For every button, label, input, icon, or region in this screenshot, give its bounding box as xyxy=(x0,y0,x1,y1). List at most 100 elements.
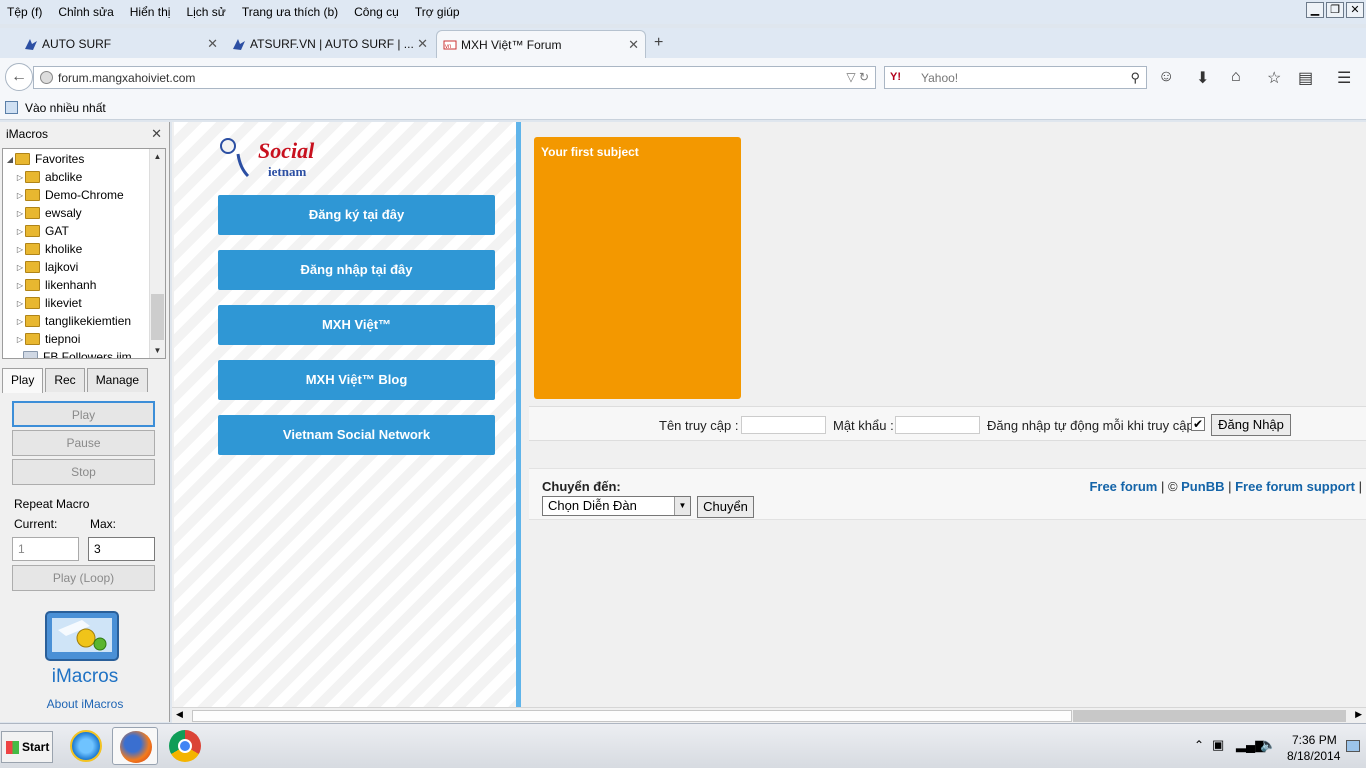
tree-scrollbar[interactable]: ▲ ▼ xyxy=(149,149,165,358)
collapsed-arrow-icon[interactable]: ▷ xyxy=(15,209,25,218)
collapsed-arrow-icon[interactable]: ▷ xyxy=(15,191,25,200)
tab-atsurf[interactable]: ATSURF.VN | AUTO SURF | ... ✕ xyxy=(226,30,434,58)
subject-title[interactable]: Your first subject xyxy=(541,145,639,159)
login-here-button[interactable]: Đăng nhập tại đây xyxy=(218,250,495,290)
free-forum-link[interactable]: Free forum xyxy=(1089,479,1157,494)
tree-item-folder[interactable]: ▷ kholike xyxy=(15,240,82,258)
search-icon[interactable]: ⚲ xyxy=(1130,70,1140,86)
tree-item-folder[interactable]: ▷ likenhanh xyxy=(15,276,96,294)
scroll-left-icon[interactable]: ◀ xyxy=(176,709,183,720)
yahoo-icon[interactable]: Y! xyxy=(890,71,901,83)
menu-file[interactable]: Tệp (f) xyxy=(7,5,42,19)
collapsed-arrow-icon[interactable]: ▷ xyxy=(15,335,25,344)
username-input[interactable] xyxy=(741,416,826,434)
tab-manage[interactable]: Manage xyxy=(86,368,149,392)
close-sidebar-icon[interactable]: ✕ xyxy=(151,126,162,142)
password-input[interactable] xyxy=(895,416,980,434)
close-tab-icon[interactable]: ✕ xyxy=(207,36,218,52)
menu-edit[interactable]: Chỉnh sửa xyxy=(58,5,113,19)
collapsed-arrow-icon[interactable]: ▷ xyxy=(15,299,25,308)
taskbar-ie[interactable] xyxy=(63,727,109,765)
tab-play[interactable]: Play xyxy=(2,368,44,393)
download-icon[interactable]: ⬇ xyxy=(1196,68,1209,88)
macro-tree[interactable]: ◢ Favorites ▷ abclike ▷ Demo-Chrome ▷ ewsaly ▷… xyxy=(2,148,166,359)
star-icon[interactable]: ☆ xyxy=(1267,68,1281,88)
max-field[interactable]: 3 xyxy=(88,537,155,561)
play-button[interactable]: Play xyxy=(12,401,155,427)
menu-tools[interactable]: Công cụ xyxy=(354,5,399,19)
collapsed-arrow-icon[interactable]: ▷ xyxy=(15,281,25,290)
taskbar-chrome[interactable] xyxy=(162,727,208,765)
tree-root-favorites[interactable]: ◢ Favorites xyxy=(5,150,84,168)
jump-go-button[interactable]: Chuyển xyxy=(697,496,754,518)
pause-button[interactable]: Pause xyxy=(12,430,155,456)
tree-item-folder[interactable]: ▷ lajkovi xyxy=(15,258,78,276)
tab-auto-surf[interactable]: AUTO SURF ✕ xyxy=(18,30,224,58)
back-button[interactable]: ← xyxy=(5,63,33,91)
most-visited-link[interactable]: Vào nhiều nhất xyxy=(25,101,106,115)
collapsed-arrow-icon[interactable]: ▷ xyxy=(15,317,25,326)
collapsed-arrow-icon[interactable]: ▷ xyxy=(15,263,25,272)
tab-rec[interactable]: Rec xyxy=(45,368,85,392)
scroll-up-icon[interactable]: ▲ xyxy=(150,149,165,164)
mxh-viet-button[interactable]: MXH Việt™ xyxy=(218,305,495,345)
menu-icon[interactable]: ☰ xyxy=(1337,68,1351,88)
taskbar-firefox[interactable] xyxy=(112,727,158,765)
play-loop-button[interactable]: Play (Loop) xyxy=(12,565,155,591)
scroll-track[interactable] xyxy=(1073,710,1346,722)
tree-item-folder[interactable]: ▷ abclike xyxy=(15,168,82,186)
close-window-button[interactable]: ✕ xyxy=(1346,2,1364,18)
tab-mxh-forum[interactable]: vn MXH Việt™ Forum ✕ xyxy=(436,30,646,58)
auto-login-checkbox[interactable]: ✔ xyxy=(1191,417,1205,431)
social-network-button[interactable]: Vietnam Social Network xyxy=(218,415,495,455)
home-icon[interactable]: ⌂ xyxy=(1231,68,1241,86)
about-imacros-link[interactable]: About iMacros xyxy=(0,697,170,711)
tree-item-folder[interactable]: ▷ Demo-Chrome xyxy=(15,186,124,204)
tray-device-icon[interactable]: ▣ xyxy=(1212,737,1224,753)
minimize-button[interactable]: ▁ xyxy=(1306,2,1324,18)
tree-item-folder[interactable]: ▷ likeviet xyxy=(15,294,82,312)
punbb-link[interactable]: PunBB xyxy=(1181,479,1224,494)
start-button[interactable]: Start xyxy=(1,731,53,763)
collapsed-arrow-icon[interactable]: ▷ xyxy=(15,227,25,236)
volume-icon[interactable]: 🔈 xyxy=(1260,737,1276,753)
show-desktop-icon[interactable] xyxy=(1346,740,1360,752)
stop-button[interactable]: Stop xyxy=(12,459,155,485)
collapsed-arrow-icon[interactable]: ▷ xyxy=(15,245,25,254)
close-tab-icon[interactable]: ✕ xyxy=(628,37,639,53)
chevron-down-icon[interactable]: ▼ xyxy=(674,497,690,515)
tree-item-folder[interactable]: ▷ ewsaly xyxy=(15,204,82,222)
scroll-thumb[interactable] xyxy=(151,294,164,340)
scroll-down-icon[interactable]: ▼ xyxy=(150,343,165,358)
close-tab-icon[interactable]: ✕ xyxy=(417,36,428,52)
expanded-arrow-icon[interactable]: ◢ xyxy=(5,155,15,164)
menu-help[interactable]: Trợ giúp xyxy=(415,5,460,19)
tree-item-folder[interactable]: ▷ GAT xyxy=(15,222,69,240)
menu-bookmarks[interactable]: Trang ưa thích (b) xyxy=(242,5,338,19)
horizontal-scrollbar[interactable]: ◀ ▶ xyxy=(172,707,1366,723)
scroll-thumb[interactable] xyxy=(192,710,1072,722)
subject-card[interactable]: Your first subject xyxy=(534,137,741,399)
login-submit-button[interactable]: Đăng Nhập xyxy=(1211,414,1291,436)
collapsed-arrow-icon[interactable]: ▷ xyxy=(15,173,25,182)
menu-view[interactable]: Hiển thị xyxy=(130,5,171,19)
tree-item-folder[interactable]: ▷ tiepnoi xyxy=(15,330,80,348)
new-tab-icon[interactable]: + xyxy=(654,34,663,52)
forum-support-link[interactable]: Free forum support xyxy=(1235,479,1355,494)
scroll-right-icon[interactable]: ▶ xyxy=(1355,709,1362,720)
reading-list-icon[interactable]: ▤ xyxy=(1298,68,1313,88)
addon-face-icon[interactable]: ☺ xyxy=(1158,68,1174,86)
forum-select[interactable]: Chọn Diễn Đàn ▼ xyxy=(542,496,691,516)
register-button[interactable]: Đăng ký tại đây xyxy=(218,195,495,235)
address-bar[interactable]: forum.mangxahoiviet.com ▽ ↻ xyxy=(33,66,876,89)
reload-icon[interactable]: ▽ ↻ xyxy=(846,70,869,84)
tree-item-folder[interactable]: ▷ tanglikekiemtien xyxy=(15,312,131,330)
search-bar[interactable]: Y! Yahoo! ⚲ xyxy=(884,66,1147,89)
tray-expand-icon[interactable]: ⌃ xyxy=(1194,738,1204,752)
clock-time[interactable]: 7:36 PM xyxy=(1292,733,1337,747)
tree-item-file[interactable]: FB Followers.iim xyxy=(23,348,132,358)
clock-date[interactable]: 8/18/2014 xyxy=(1287,749,1340,763)
restore-button[interactable]: ❐ xyxy=(1326,2,1344,18)
mxh-blog-button[interactable]: MXH Việt™ Blog xyxy=(218,360,495,400)
menu-history[interactable]: Lịch sử xyxy=(186,5,225,19)
